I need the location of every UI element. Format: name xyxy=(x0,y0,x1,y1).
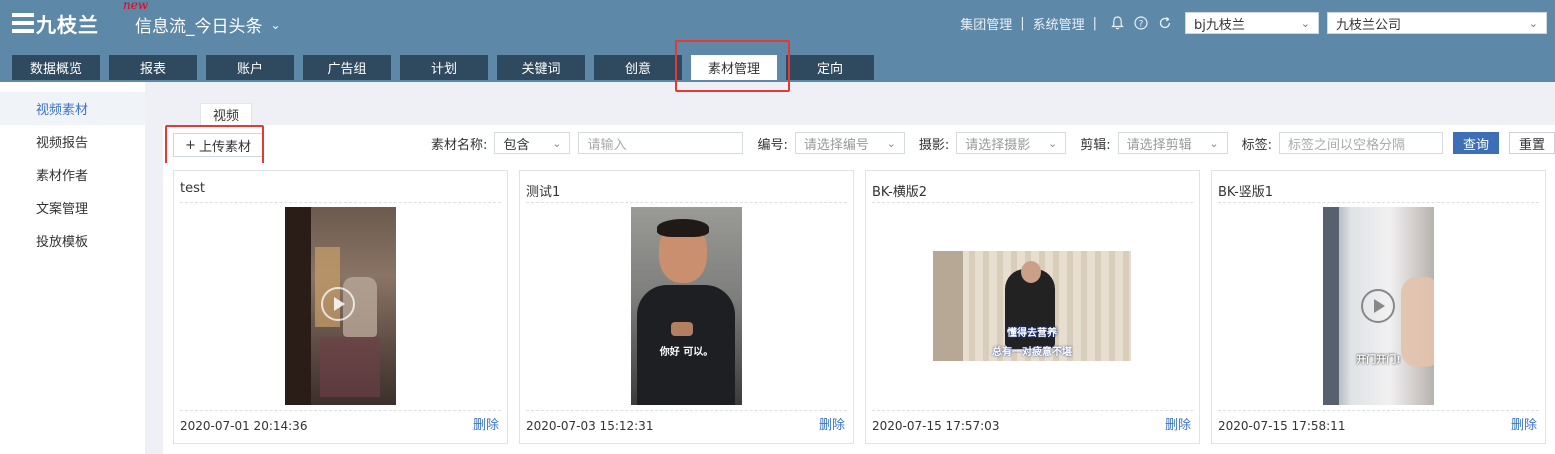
tab-reports[interactable]: 报表 xyxy=(109,55,197,80)
video-subtitle: 总有一对疲意不堪 xyxy=(992,347,1072,358)
card-title: BK-竖版1 xyxy=(1218,181,1539,203)
chevron-down-icon: ⌄ xyxy=(886,136,896,150)
app-switcher[interactable]: 信息流_今日头条 ⌄ xyxy=(135,12,281,37)
upload-material-button[interactable]: + 上传素材 xyxy=(173,133,263,157)
tag-label: 标签: xyxy=(1241,137,1272,153)
video-subtitle: 开门开门! xyxy=(1356,355,1401,366)
camera-label: 摄影: xyxy=(918,137,950,153)
tag-input[interactable]: 标签之间以空格分隔 xyxy=(1279,132,1443,154)
play-icon xyxy=(321,287,355,321)
header-actions: 集团管理 | 系统管理 | ? bj九枝兰 ⌄ 九枝兰公司 ⌄ xyxy=(960,12,1555,34)
chevron-down-icon: ⌄ xyxy=(1209,136,1219,150)
tab-keywords[interactable]: 关键词 xyxy=(497,55,585,80)
chevron-down-icon: ⌄ xyxy=(1048,136,1058,150)
chevron-down-icon: ⌄ xyxy=(552,136,562,150)
sidebar-item-launch-templates[interactable]: 投放模板 xyxy=(0,224,145,257)
sidebar-item-video-materials[interactable]: 视频素材 xyxy=(0,92,145,125)
tab-creatives[interactable]: 创意 xyxy=(594,55,682,80)
chevron-down-icon: ⌄ xyxy=(1300,16,1310,30)
filters: 素材名称: 包含 ⌄ 请输入 编号: 请选择编号 ⌄ 摄影: 请选择摄影 ⌄ 剪… xyxy=(417,132,1555,154)
camera-select[interactable]: 请选择摄影 ⌄ xyxy=(956,132,1067,154)
video-thumbnail[interactable]: 你好 可以。 xyxy=(631,207,742,405)
material-card[interactable]: 测试1 你好 可以。 2020-07-03 15:12:31 删除 xyxy=(519,170,854,444)
editor-select[interactable]: 请选择剪辑 ⌄ xyxy=(1117,132,1228,154)
tab-ad-groups[interactable]: 广告组 xyxy=(303,55,391,80)
reset-button[interactable]: 重置 xyxy=(1509,132,1555,154)
play-icon xyxy=(1361,289,1395,323)
editor-label: 剪辑: xyxy=(1080,137,1111,153)
tab-materials[interactable]: 素材管理 xyxy=(691,55,777,80)
video-subtitle: 懂得去营养 xyxy=(1007,328,1057,339)
tab-dashboard[interactable]: 数据概览 xyxy=(12,55,100,80)
tab-plans[interactable]: 计划 xyxy=(400,55,488,80)
camera-select-placeholder: 请选择摄影 xyxy=(965,137,1031,153)
card-title: test xyxy=(180,181,501,203)
card-date: 2020-07-01 20:14:36 xyxy=(180,419,308,433)
video-thumbnail[interactable]: 懂得去营养 总有一对疲意不堪 xyxy=(933,251,1131,361)
material-card[interactable]: BK-竖版1 开门开门! 2020-07-15 17:58:11 删除 xyxy=(1211,170,1546,444)
logo-mark-icon xyxy=(12,13,34,33)
material-name-input[interactable]: 请输入 xyxy=(578,132,744,154)
video-subtitle: 你好 可以。 xyxy=(659,347,714,358)
name-match-select[interactable]: 包含 ⌄ xyxy=(494,132,571,154)
code-select[interactable]: 请选择编号 ⌄ xyxy=(794,132,905,154)
brand-logo[interactable]: 九枝兰 xyxy=(12,10,99,37)
material-card[interactable]: BK-横版2 懂得去营养 总有一对疲意不堪 2020-07-15 17:57:0… xyxy=(865,170,1200,444)
sidebar: 视频素材 视频报告 素材作者 文案管理 投放模板 xyxy=(0,82,145,454)
card-date: 2020-07-15 17:57:03 xyxy=(872,419,1000,433)
filter-toolbar: + 上传素材 素材名称: 包含 ⌄ 请输入 编号: 请选择编号 ⌄ 摄影: 请选… xyxy=(163,125,1555,163)
app-title: 信息流_今日头条 xyxy=(135,17,263,37)
system-management-link[interactable]: 系统管理 xyxy=(1033,14,1085,33)
delete-link[interactable]: 删除 xyxy=(819,414,845,433)
name-match-value: 包含 xyxy=(503,137,530,153)
card-title: 测试1 xyxy=(526,181,847,203)
chevron-down-icon: ⌄ xyxy=(270,17,281,32)
plus-icon: + xyxy=(185,137,196,153)
sidebar-item-video-reports[interactable]: 视频报告 xyxy=(0,125,145,158)
help-icon[interactable]: ? xyxy=(1134,16,1148,30)
sidebar-item-copy-management[interactable]: 文案管理 xyxy=(0,191,145,224)
video-thumbnail[interactable] xyxy=(285,207,396,405)
tab-targeting[interactable]: 定向 xyxy=(786,55,874,80)
material-name-label: 素材名称: xyxy=(431,137,488,153)
code-select-placeholder: 请选择编号 xyxy=(803,137,869,153)
divider: | xyxy=(1092,15,1097,31)
new-badge: new xyxy=(123,0,149,12)
delete-link[interactable]: 删除 xyxy=(473,414,499,433)
svg-text:?: ? xyxy=(1139,20,1144,30)
code-label: 编号: xyxy=(757,137,788,153)
upload-material-label: 上传素材 xyxy=(198,139,251,155)
video-thumbnail[interactable]: 开门开门! xyxy=(1323,207,1434,405)
card-title: BK-横版2 xyxy=(872,181,1193,203)
delete-link[interactable]: 删除 xyxy=(1165,414,1191,433)
account-select-value: bj九枝兰 xyxy=(1194,17,1245,33)
editor-select-placeholder: 请选择剪辑 xyxy=(1126,137,1192,153)
material-grid: test 2020-07-01 20:14:36 删除 测试1 你好 可以。 2… xyxy=(163,163,1555,454)
brand-name: 九枝兰 xyxy=(36,12,99,37)
main-nav: 数据概览 报表 账户 广告组 计划 关键词 创意 素材管理 定向 xyxy=(12,55,874,80)
chevron-down-icon: ⌄ xyxy=(1528,16,1538,30)
company-select-value: 九枝兰公司 xyxy=(1336,17,1402,33)
delete-link[interactable]: 删除 xyxy=(1511,414,1537,433)
sidebar-item-material-authors[interactable]: 素材作者 xyxy=(0,158,145,191)
tab-video[interactable]: 视频 xyxy=(200,103,252,125)
card-date: 2020-07-03 15:12:31 xyxy=(526,419,654,433)
divider: | xyxy=(1020,15,1025,31)
refresh-icon[interactable] xyxy=(1158,16,1172,30)
tab-accounts[interactable]: 账户 xyxy=(206,55,294,80)
card-date: 2020-07-15 17:58:11 xyxy=(1218,419,1346,433)
bell-icon[interactable] xyxy=(1110,16,1124,30)
material-card[interactable]: test 2020-07-01 20:14:36 删除 xyxy=(173,170,508,444)
top-header: 九枝兰 new 信息流_今日头条 ⌄ 集团管理 | 系统管理 | ? bj九枝兰… xyxy=(0,0,1555,82)
company-select[interactable]: 九枝兰公司 ⌄ xyxy=(1327,12,1547,34)
group-management-link[interactable]: 集团管理 xyxy=(960,14,1012,33)
query-button[interactable]: 查询 xyxy=(1453,132,1499,154)
account-select[interactable]: bj九枝兰 ⌄ xyxy=(1185,12,1319,34)
